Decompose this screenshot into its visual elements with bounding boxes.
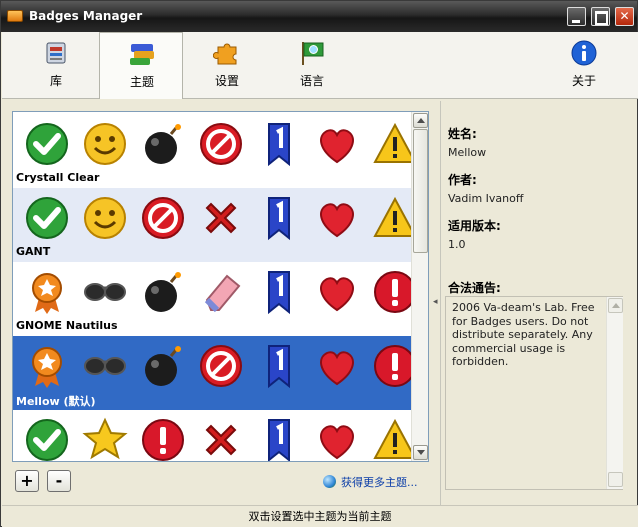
author-label: 作者: (448, 173, 477, 187)
sunglasses-icon (84, 357, 126, 375)
checkmark-icon (26, 123, 68, 165)
divider (440, 101, 441, 505)
minimize-button[interactable] (567, 7, 586, 26)
app-icon (7, 10, 23, 22)
award-icon (32, 347, 62, 388)
add-theme-button[interactable]: + (15, 470, 39, 492)
license-text: 2006 Va-deam's Lab. Free for Badges user… (452, 301, 595, 368)
scroll-down-button[interactable] (413, 445, 428, 460)
license-scroll-down-button[interactable] (608, 472, 623, 487)
tab-about[interactable]: 关于 (542, 32, 626, 98)
tab-language-label: 语言 (299, 74, 324, 88)
author-value: Vadim Ivanoff (448, 192, 524, 205)
bomb-icon (145, 272, 181, 312)
theme-list-scrollbar[interactable] (411, 112, 428, 461)
theme-list[interactable]: Crystall Clear GANT GNOME Nautilus Mellow (… (12, 111, 429, 462)
tab-about-label: 关于 (571, 74, 596, 88)
heart-icon (320, 203, 354, 238)
stop-icon (200, 123, 242, 165)
splitter-grip-icon: ◂ (433, 297, 438, 307)
theme-row[interactable]: GNOME Nautilus (13, 262, 416, 336)
scroll-thumb[interactable] (413, 129, 428, 253)
theme-name: Crystall Clear (16, 171, 100, 184)
heart-icon (320, 277, 354, 312)
bomb-icon (145, 124, 181, 164)
maximize-button[interactable] (591, 7, 610, 26)
name-value: Mellow (448, 146, 487, 159)
info-icon (571, 40, 597, 66)
license-scroll-up-button[interactable] (608, 298, 623, 313)
badges-manager-window: Badges Manager ✕ 库 主题 设置 语言 关于 Crystall … (0, 0, 638, 527)
get-more-themes-label: 获得更多主题... (341, 476, 418, 489)
sunglasses-icon (84, 283, 126, 301)
tab-settings[interactable]: 设置 (185, 32, 269, 98)
theme-row[interactable] (13, 410, 417, 461)
remove-theme-button[interactable]: - (47, 470, 71, 492)
settings-puzzle-icon (213, 43, 237, 65)
scroll-up-button[interactable] (413, 113, 428, 128)
status-bar: 双击设置选中主题为当前主题 (2, 505, 638, 527)
version-label: 适用版本: (448, 219, 501, 233)
panel-splitter[interactable]: ◂ (429, 101, 439, 505)
toolbar: 库 主题 设置 语言 关于 (2, 32, 638, 99)
ribbon-one-icon (268, 197, 290, 241)
ribbon-one-icon (268, 271, 290, 315)
title-bar[interactable]: Badges Manager ✕ (1, 1, 637, 32)
cross-icon (205, 202, 237, 234)
heart-icon (320, 129, 354, 164)
window-title: Badges Manager (29, 9, 143, 23)
ribbon-one-icon (268, 123, 290, 167)
stop-icon (200, 345, 242, 387)
exclamation-icon (142, 419, 184, 461)
heart-icon (320, 351, 354, 386)
tab-language[interactable]: 语言 (270, 32, 354, 98)
checkmark-icon (26, 197, 68, 239)
heart-icon (320, 425, 354, 460)
theme-row[interactable]: Mellow (默认) (13, 336, 416, 410)
tab-themes[interactable]: 主题 (99, 32, 183, 99)
themes-icon (130, 44, 154, 65)
smiley-icon (84, 123, 126, 165)
version-value: 1.0 (448, 238, 466, 251)
cross-icon (205, 424, 237, 456)
theme-row[interactable]: GANT (13, 188, 417, 262)
theme-info-panel: 姓名: Mellow 作者: Vadim Ivanoff 适用版本: 1.0 合… (442, 101, 637, 505)
stop-icon (142, 197, 184, 239)
library-icon (46, 42, 66, 64)
ribbon-one-icon (268, 345, 290, 389)
award-icon (32, 273, 62, 314)
bomb-icon (145, 346, 181, 386)
theme-name: Mellow (默认) (16, 395, 96, 408)
tab-library-label: 库 (49, 74, 62, 88)
theme-name: GNOME Nautilus (16, 319, 118, 332)
ribbon-one-icon (268, 419, 290, 461)
close-button[interactable]: ✕ (615, 7, 634, 26)
globe-icon (323, 475, 336, 488)
theme-name: GANT (16, 245, 51, 258)
license-scrollbar[interactable] (606, 297, 623, 489)
tab-themes-label: 主题 (129, 75, 154, 89)
theme-row[interactable]: Crystall Clear (13, 114, 417, 188)
tab-settings-label: 设置 (214, 74, 239, 88)
language-flag-icon (302, 42, 324, 65)
smiley-icon (84, 197, 126, 239)
tab-library[interactable]: 库 (14, 32, 98, 98)
eraser-icon (204, 274, 241, 313)
star-icon (82, 417, 128, 460)
license-textbox[interactable]: 2006 Va-deam's Lab. Free for Badges user… (445, 296, 623, 490)
license-label: 合法通告: (448, 281, 501, 295)
checkmark-icon (26, 419, 68, 461)
name-label: 姓名: (448, 127, 477, 141)
